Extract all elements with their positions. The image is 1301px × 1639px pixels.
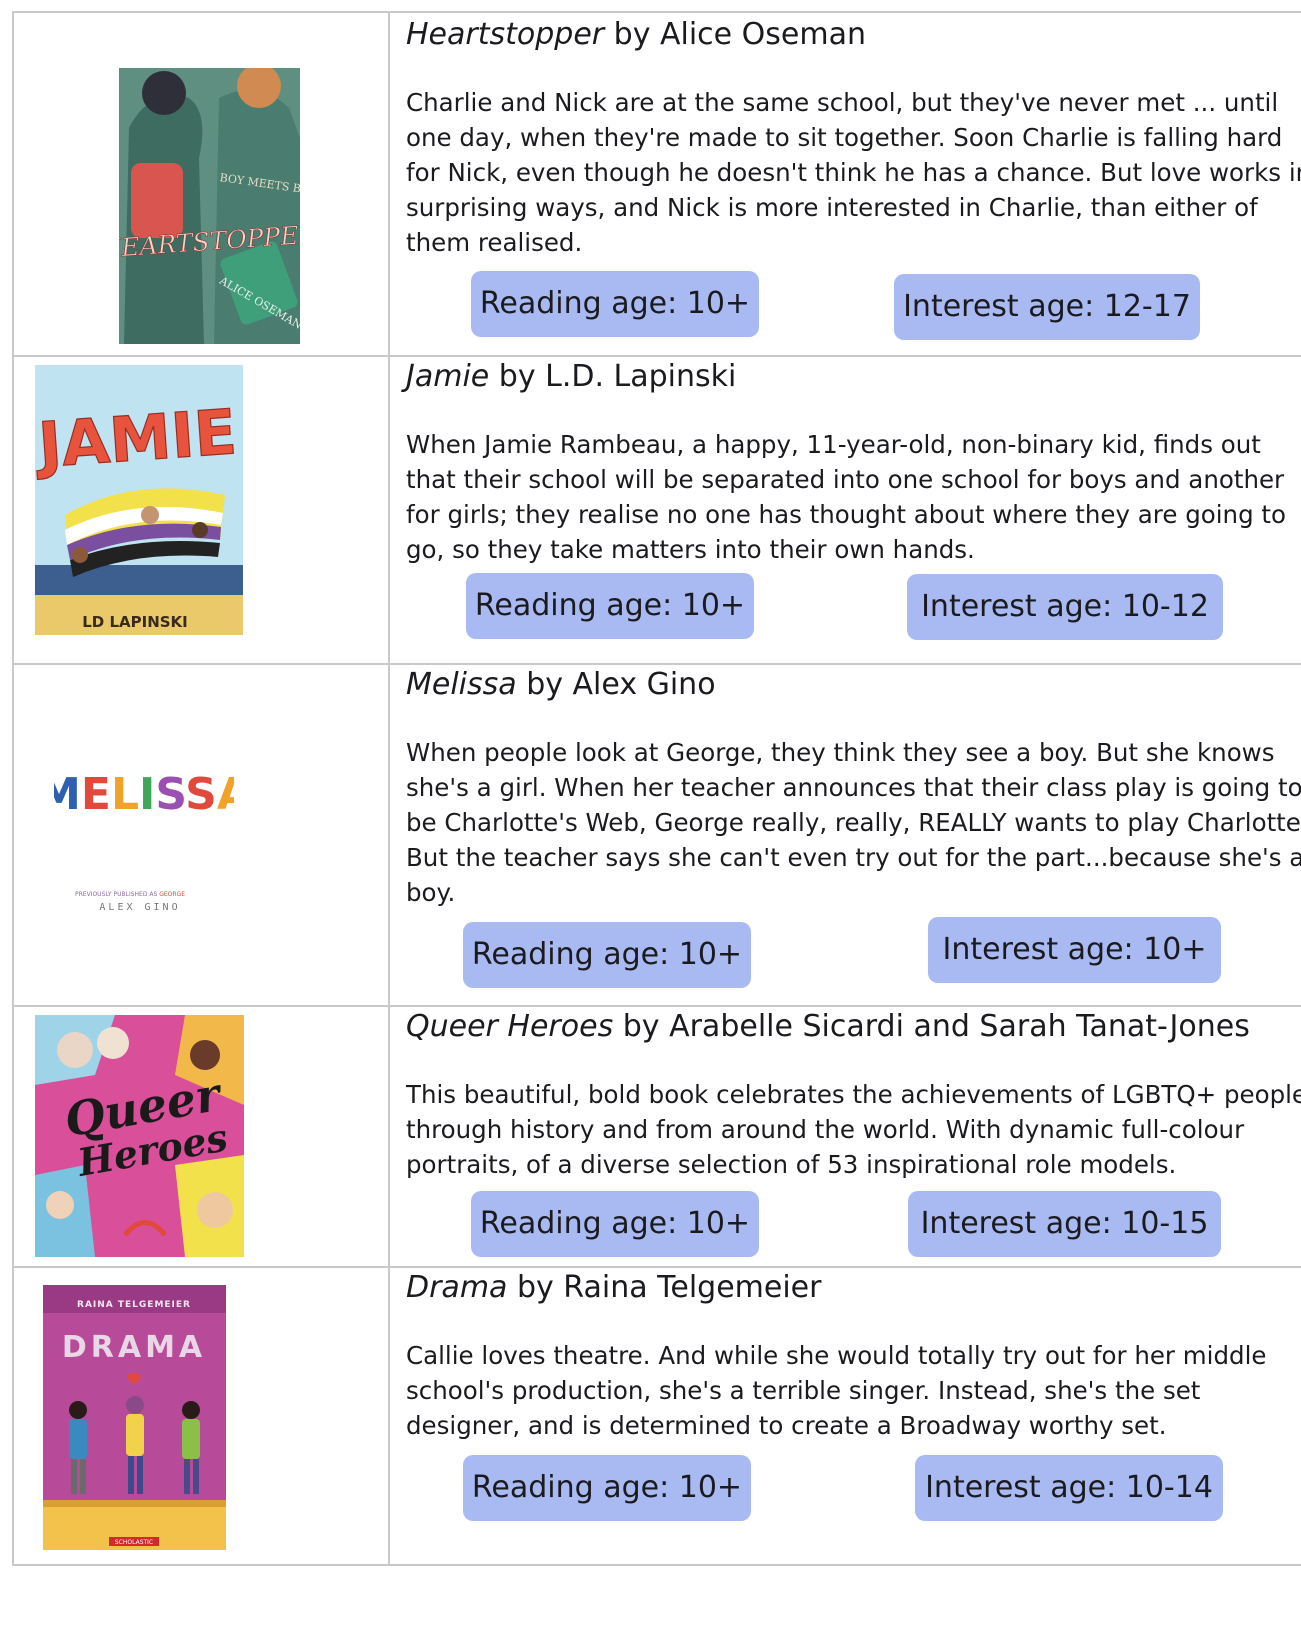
interest-age-badge: Interest age: 10-14 xyxy=(915,1455,1223,1521)
book-row-drama: RAINA TELGEMEIER DRAMA SCHOLASTIC Drama … xyxy=(12,1266,1301,1566)
reading-age-badge: Reading age: 10+ xyxy=(463,1455,751,1521)
book-title: Heartstopper xyxy=(406,17,605,52)
reading-age-badge: Reading age: 10+ xyxy=(471,271,759,337)
book-title-line: Melissa by Alex Gino xyxy=(406,667,716,703)
interest-age-badge: Interest age: 10+ xyxy=(928,917,1221,983)
reading-age-badge: Reading age: 10+ xyxy=(463,922,751,988)
book-description: When Jamie Rambeau, a happy, 11-year-old… xyxy=(406,430,1287,564)
book-row-jamie: JAMIE LD LAPINSKI Jamie by L.D. Lapinski… xyxy=(12,355,1301,663)
book-author: by Arabelle Sicardi and Sarah Tanat-Jone… xyxy=(613,1009,1250,1044)
book-author: by Raina Telgemeier xyxy=(507,1270,822,1305)
book-title: Jamie xyxy=(406,359,490,394)
book-author: by Alex Gino xyxy=(516,667,716,702)
book-table: BOY MEETS BOY. HEARTSTOPPER ALICE OSEMAN… xyxy=(12,11,1301,1566)
book-description: Charlie and Nick are at the same school,… xyxy=(406,88,1301,257)
cover-text-title: JAMIE xyxy=(35,395,239,482)
cover-text-author: LD LAPINSKI xyxy=(82,613,188,631)
book-title: Melissa xyxy=(406,667,517,702)
book-cover-queer-heroes: Queer Heroes xyxy=(35,1015,244,1257)
book-cover-drama: RAINA TELGEMEIER DRAMA SCHOLASTIC xyxy=(43,1285,226,1550)
book-cover-heartstopper: BOY MEETS BOY. HEARTSTOPPER ALICE OSEMAN xyxy=(119,68,300,344)
reading-age-badge: Reading age: 10+ xyxy=(471,1191,759,1257)
book-description: When people look at George, they think t… xyxy=(406,738,1301,907)
book-cover-melissa: MELISSA PREVIOUSLY PUBLISHED AS GEORGE A… xyxy=(54,761,234,921)
column-divider xyxy=(388,1268,390,1564)
book-title-line: Drama by Raina Telgemeier xyxy=(406,1270,821,1306)
column-divider xyxy=(388,665,390,1005)
book-description: Callie loves theatre. And while she woul… xyxy=(406,1341,1267,1440)
cover-text-title: DRAMA xyxy=(62,1330,206,1365)
cover-text-publisher: SCHOLASTIC xyxy=(115,1539,153,1546)
book-title: Drama xyxy=(406,1270,508,1305)
cover-text-previously: PREVIOUSLY PUBLISHED AS GEORGE xyxy=(75,891,185,898)
column-divider xyxy=(388,1007,390,1266)
book-author: by L.D. Lapinski xyxy=(489,359,737,394)
interest-age-badge: Interest age: 10-12 xyxy=(907,574,1223,640)
cover-text-author: ALEX GINO xyxy=(99,902,180,913)
book-title-line: Heartstopper by Alice Oseman xyxy=(406,17,866,53)
cover-text-title: MELISSA xyxy=(54,769,234,820)
column-divider xyxy=(388,13,390,355)
book-row-melissa: MELISSA PREVIOUSLY PUBLISHED AS GEORGE A… xyxy=(12,663,1301,1005)
book-cover-jamie: JAMIE LD LAPINSKI xyxy=(35,365,243,635)
book-description: This beautiful, bold book celebrates the… xyxy=(406,1080,1301,1179)
book-title-line: Queer Heroes by Arabelle Sicardi and Sar… xyxy=(406,1009,1250,1045)
book-author: by Alice Oseman xyxy=(604,17,866,52)
cover-text-author: RAINA TELGEMEIER xyxy=(77,1300,191,1310)
reading-age-badge: Reading age: 10+ xyxy=(466,573,754,639)
book-title: Queer Heroes xyxy=(406,1009,614,1044)
book-title-line: Jamie by L.D. Lapinski xyxy=(406,359,736,395)
interest-age-badge: Interest age: 12-17 xyxy=(894,274,1200,340)
column-divider xyxy=(388,357,390,663)
interest-age-badge: Interest age: 10-15 xyxy=(908,1191,1221,1257)
book-row-heartstopper: BOY MEETS BOY. HEARTSTOPPER ALICE OSEMAN… xyxy=(12,11,1301,355)
book-row-queer-heroes: Queer Heroes Queer Heroes by Arabelle Si… xyxy=(12,1005,1301,1266)
